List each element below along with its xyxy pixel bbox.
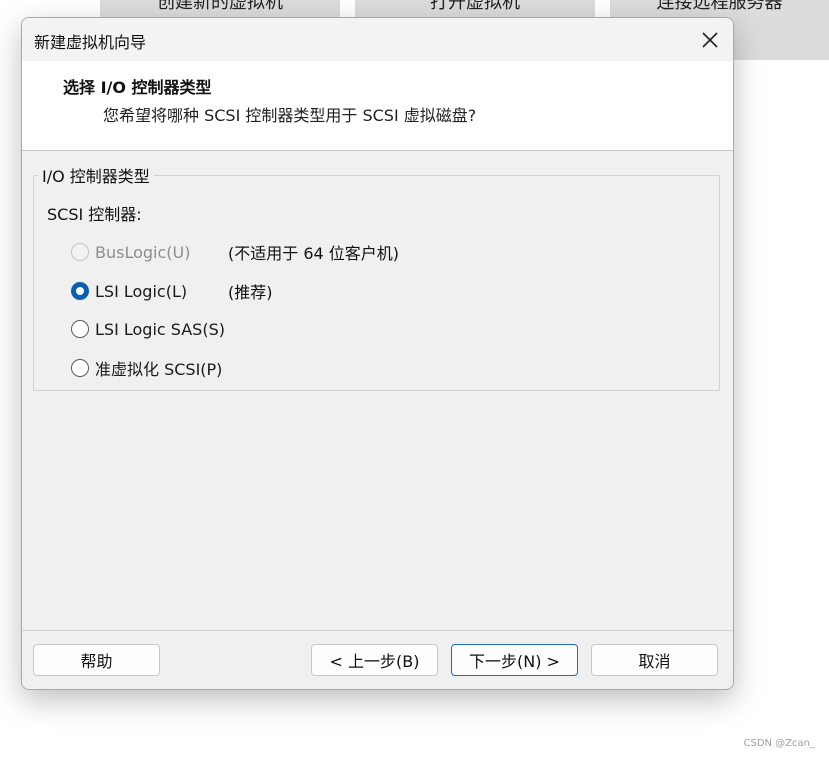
radio-button[interactable] [71,320,89,338]
radio-lsi-logic-sas[interactable]: LSI Logic SAS(S) [71,317,225,341]
radio-label: LSI Logic SAS(S) [95,319,225,339]
lsi-logic-note: (推荐) [228,283,273,302]
buslogic-note: (不适用于 64 位客户机) [228,244,400,263]
new-vm-wizard-dialog: 新建虚拟机向导 选择 I/O 控制器类型 您希望将哪种 SCSI 控制器类型用于… [21,17,734,690]
help-button[interactable]: 帮助 [33,644,160,676]
bg-tile-label: 打开虚拟机 [430,0,520,13]
close-icon [702,31,718,48]
watermark: CSDN @Zcan_ [743,738,815,749]
bg-tile-label: 连接远程服务器 [656,0,783,13]
next-button[interactable]: 下一步(N) > [451,644,578,676]
radio-buslogic[interactable]: BusLogic(U) [71,240,190,264]
wizard-header: 选择 I/O 控制器类型 您希望将哪种 SCSI 控制器类型用于 SCSI 虚拟… [22,61,733,151]
radio-label: BusLogic(U) [95,242,191,262]
radio-lsi-logic[interactable]: LSI Logic(L) [71,279,187,303]
dialog-title: 新建虚拟机向导 [34,33,147,52]
radio-label: LSI Logic(L) [95,281,188,301]
radio-paravirtual-scsi[interactable]: 准虚拟化 SCSI(P) [71,356,222,380]
title-bar[interactable]: 新建虚拟机向导 [22,18,733,61]
page-subtitle: 您希望将哪种 SCSI 控制器类型用于 SCSI 虚拟磁盘? [103,106,477,125]
radio-button[interactable] [71,282,89,300]
back-button[interactable]: < 上一步(B) [311,644,438,676]
radio-button[interactable] [71,243,89,261]
footer-divider [22,630,733,631]
page-title: 选择 I/O 控制器类型 [63,78,212,97]
groupbox-legend: I/O 控制器类型 [38,163,154,187]
radio-button[interactable] [71,359,89,377]
bg-tile-label: 创建新的虚拟机 [157,0,283,13]
bg-create-vm-tile[interactable]: 创建新的虚拟机 [100,0,340,18]
radio-label: 准虚拟化 SCSI(P) [95,360,223,379]
scsi-controller-label: SCSI 控制器: [47,205,142,224]
bg-open-vm-tile[interactable]: 打开虚拟机 [355,0,595,18]
cancel-button[interactable]: 取消 [591,644,718,676]
close-button[interactable] [687,18,733,61]
